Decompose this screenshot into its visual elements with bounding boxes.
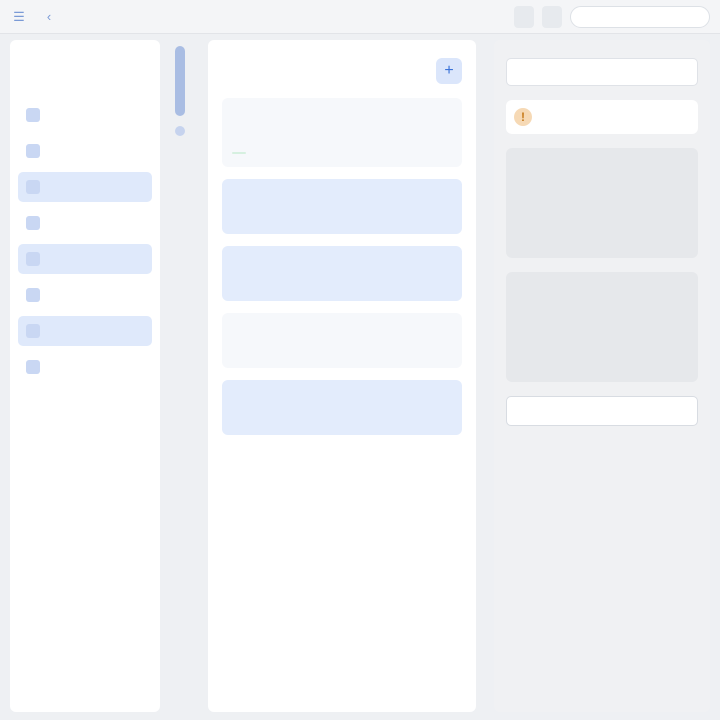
top-toolbar: ☰ ‹ — [0, 0, 720, 34]
save-button[interactable] — [506, 396, 698, 426]
list-item-subtitle — [232, 194, 452, 224]
item-list-panel: + — [208, 40, 476, 712]
folder-icon — [26, 180, 40, 194]
sidebar-item-active[interactable] — [18, 316, 152, 346]
sidebar-item[interactable] — [18, 280, 152, 310]
search-input[interactable] — [570, 5, 710, 28]
list-item-subtitle — [232, 113, 452, 143]
list-item-selected[interactable] — [222, 246, 462, 301]
sidebar — [10, 40, 160, 712]
list-item[interactable] — [222, 98, 462, 167]
warning-icon: ! — [514, 108, 532, 126]
toolbar-button-2[interactable] — [542, 5, 562, 28]
detail-panel: ! — [494, 40, 710, 712]
list-item-selected[interactable] — [222, 179, 462, 234]
status-badge — [232, 152, 246, 154]
folder-icon — [26, 144, 40, 158]
list-item-selected[interactable] — [222, 380, 462, 435]
list-item-subtitle — [232, 395, 452, 425]
back-icon[interactable]: ‹ — [38, 6, 60, 28]
sidebar-item[interactable] — [18, 208, 152, 238]
list-item-subtitle — [232, 328, 452, 358]
sidebar-item[interactable] — [18, 100, 152, 130]
toolbar-button-1[interactable] — [514, 5, 534, 28]
sidebar-scrollbar[interactable] — [166, 40, 194, 712]
detail-content — [506, 148, 698, 258]
sidebar-item[interactable] — [18, 352, 152, 382]
sidebar-item-active[interactable] — [18, 244, 152, 274]
sidebar-item-active[interactable] — [18, 172, 152, 202]
folder-icon — [26, 252, 40, 266]
folder-icon — [26, 288, 40, 302]
menu-icon[interactable]: ☰ — [8, 6, 30, 28]
warning-notice: ! — [506, 100, 698, 134]
add-icon[interactable]: + — [436, 58, 462, 84]
list-item-subtitle — [232, 261, 452, 291]
list-header: + — [222, 54, 462, 88]
scroll-indicator-dot — [175, 126, 185, 136]
folder-icon — [26, 360, 40, 374]
app-brand — [18, 50, 152, 90]
sidebar-item[interactable] — [18, 136, 152, 166]
scrollbar-thumb[interactable] — [175, 46, 185, 116]
detail-input[interactable] — [506, 58, 698, 86]
folder-icon — [26, 216, 40, 230]
folder-icon — [26, 108, 40, 122]
detail-content-secondary — [506, 272, 698, 382]
folder-icon — [26, 324, 40, 338]
list-item[interactable] — [222, 313, 462, 368]
